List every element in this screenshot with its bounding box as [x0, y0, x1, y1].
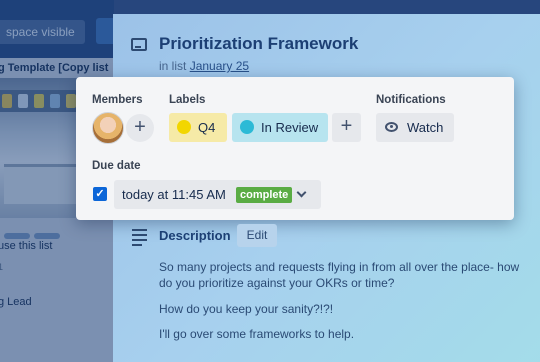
list-name-link[interactable]: January 25	[190, 59, 249, 73]
description-icon	[132, 229, 147, 249]
label-color-dot-icon	[177, 120, 191, 134]
due-complete-checkbox[interactable]: ✓	[93, 187, 107, 201]
description-heading: Description	[159, 228, 231, 243]
card-list-info: in list January 25	[159, 59, 249, 73]
member-avatar[interactable]	[92, 112, 124, 144]
labels-heading: Labels	[169, 94, 206, 106]
watch-button[interactable]: Watch	[376, 113, 454, 142]
description-paragraph[interactable]: So many projects and requests flying in …	[159, 259, 531, 291]
add-label-button[interactable]: +	[332, 113, 361, 142]
members-heading: Members	[92, 94, 143, 106]
in-list-prefix: in list	[159, 59, 187, 73]
label-text: In Review	[261, 120, 319, 135]
card-title[interactable]: Prioritization Framework	[159, 34, 358, 54]
label-color-dot-icon	[240, 120, 254, 134]
notifications-heading: Notifications	[376, 94, 446, 106]
complete-badge: complete	[236, 187, 293, 203]
add-member-button[interactable]: +	[126, 114, 154, 142]
description-paragraph[interactable]: How do you keep your sanity?!?!	[159, 301, 531, 317]
due-date-value: today at 11:45 AM	[122, 187, 226, 202]
description-paragraph[interactable]: I'll go over some frameworks to help.	[159, 326, 531, 342]
label-chip-q4[interactable]: Q4	[169, 113, 227, 142]
label-chip-in-review[interactable]: In Review	[232, 113, 328, 142]
due-date-button[interactable]: today at 11:45 AM complete	[114, 180, 321, 209]
due-date-heading: Due date	[92, 160, 141, 172]
label-text: Q4	[198, 120, 216, 135]
eye-icon	[385, 122, 398, 132]
edit-description-button[interactable]: Edit	[237, 224, 277, 247]
card-icon	[131, 38, 147, 51]
chevron-down-icon	[296, 187, 307, 198]
watch-label: Watch	[407, 120, 444, 135]
